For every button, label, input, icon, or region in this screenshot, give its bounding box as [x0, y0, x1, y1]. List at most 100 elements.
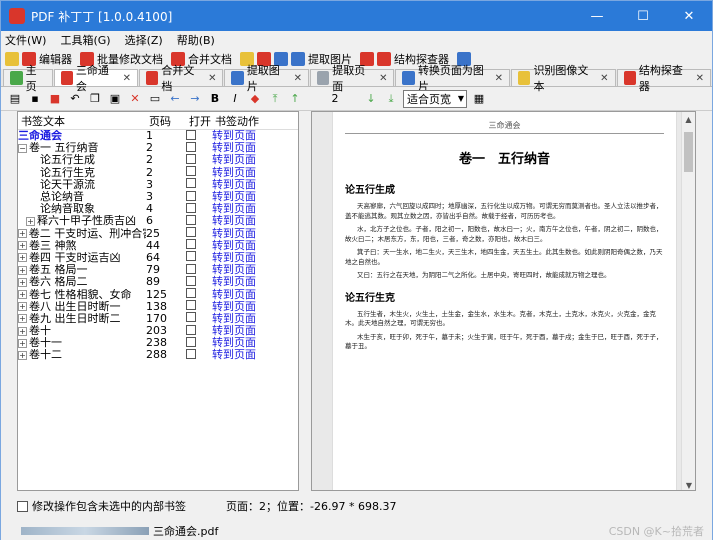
table-row[interactable]: 论五行生克 2 转到页面: [18, 166, 298, 179]
close-tab-icon[interactable]: ✕: [600, 73, 608, 84]
bookmark-text-cell[interactable]: 论纳音取象: [18, 203, 146, 215]
expand-icon[interactable]: +: [18, 326, 27, 336]
close-button[interactable]: ✕: [666, 1, 712, 31]
table-row[interactable]: 论天干源流 3 转到页面: [18, 178, 298, 191]
open-checkbox[interactable]: [186, 348, 196, 359]
open-checkbox[interactable]: [186, 312, 196, 323]
expand-icon[interactable]: +: [18, 241, 27, 251]
next-page-icon[interactable]: ↓: [363, 91, 379, 107]
bookmark-action-cell[interactable]: 转到页面: [212, 166, 298, 179]
pdf-save-icon[interactable]: ■: [47, 91, 63, 107]
include-inner-bookmarks-checkbox[interactable]: [17, 500, 28, 512]
bookmark-page-cell[interactable]: 3: [146, 178, 186, 191]
column-header-page[interactable]: 页码: [146, 113, 186, 129]
open-checkbox[interactable]: [186, 202, 196, 213]
bookmark-text-cell[interactable]: + 卷五 格局一: [18, 264, 146, 276]
expand-icon[interactable]: +: [18, 290, 27, 300]
bookmark-page-cell[interactable]: 288: [146, 349, 186, 361]
bookmark-text-cell[interactable]: 论五行生克: [18, 167, 146, 179]
column-header-action[interactable]: 书签动作: [212, 113, 298, 129]
bookmark-page-cell[interactable]: 6: [146, 215, 186, 227]
expand-icon[interactable]: +: [26, 216, 35, 226]
bookmark-page-cell[interactable]: 125: [146, 288, 186, 301]
collapse-icon[interactable]: −: [18, 143, 27, 153]
arrow-left-icon[interactable]: ←: [167, 91, 183, 107]
open-checkbox[interactable]: [186, 166, 196, 177]
open-checkbox[interactable]: [186, 239, 196, 250]
bookmark-page-cell[interactable]: 2: [146, 142, 186, 154]
previous-page-icon[interactable]: ↑: [287, 91, 303, 107]
save-icon[interactable]: ▪: [27, 91, 43, 107]
close-tab-icon[interactable]: ✕: [696, 73, 704, 84]
tab-extract-images[interactable]: 提取图片 ✕: [224, 64, 309, 93]
table-row[interactable]: + 卷二 干支时运、刑冲合害 25 转到页面: [18, 227, 298, 240]
bookmark-text-cell[interactable]: + 卷三 神煞: [18, 240, 146, 252]
bookmark-text-cell[interactable]: + 卷八 出生日时断一: [18, 301, 146, 313]
bookmark-text-cell[interactable]: + 卷十: [18, 325, 146, 337]
tab-merge[interactable]: 合并文档 ✕: [139, 64, 224, 93]
bookmark-page-cell[interactable]: 3: [146, 191, 186, 203]
bookmark-text-cell[interactable]: 三命通会: [18, 130, 146, 142]
bookmark-action-cell[interactable]: 转到页面: [212, 239, 298, 252]
table-row[interactable]: + 释六十甲子性质吉凶 6 转到页面: [18, 214, 298, 227]
bookmark-text-cell[interactable]: 论五行生成: [18, 154, 146, 166]
bookmark-page-cell[interactable]: 1: [146, 130, 186, 142]
document-icon[interactable]: ▭: [147, 91, 163, 107]
table-row[interactable]: 三命通会 1 转到页面: [18, 129, 298, 142]
undo-icon[interactable]: ↶: [67, 91, 83, 107]
close-tab-icon[interactable]: ✕: [208, 73, 216, 84]
open-checkbox[interactable]: [186, 190, 196, 201]
last-page-icon[interactable]: ⤓: [383, 91, 399, 107]
bookmark-page-cell[interactable]: 89: [146, 276, 186, 288]
open-checkbox[interactable]: [186, 227, 196, 238]
arrow-right-icon[interactable]: →: [187, 91, 203, 107]
bookmark-action-cell[interactable]: 转到页面: [212, 300, 298, 313]
zoom-select[interactable]: 适合页宽 ▼: [403, 89, 467, 108]
open-checkbox[interactable]: [186, 214, 196, 225]
bookmark-page-cell[interactable]: 64: [146, 251, 186, 264]
expand-icon[interactable]: +: [18, 338, 27, 348]
expand-icon[interactable]: +: [18, 302, 27, 312]
bookmark-action-cell[interactable]: 转到页面: [212, 349, 298, 361]
bookmark-text-cell[interactable]: 论天干源流: [18, 179, 146, 191]
page-number-input[interactable]: 2: [317, 92, 353, 105]
bookmark-text-cell[interactable]: + 释六十甲子性质吉凶: [18, 215, 146, 227]
splitter[interactable]: [299, 111, 311, 491]
bookmark-text-cell[interactable]: + 卷九 出生日时断二: [18, 313, 146, 325]
bookmark-page-cell[interactable]: 170: [146, 312, 186, 325]
bookmark-action-cell[interactable]: 转到页面: [212, 227, 298, 240]
copy-icon[interactable]: ❐: [87, 91, 103, 107]
menu-file[interactable]: 文件(W): [5, 32, 46, 48]
bookmark-page-cell[interactable]: 138: [146, 300, 186, 313]
open-checkbox[interactable]: [186, 129, 196, 140]
paste-icon[interactable]: ▣: [107, 91, 123, 107]
new-bookmark-icon[interactable]: ▤: [7, 91, 23, 107]
open-checkbox[interactable]: [186, 263, 196, 274]
close-tab-icon[interactable]: ✕: [123, 73, 131, 84]
tab-convert-images[interactable]: 转换页面为图片 ✕: [395, 64, 510, 93]
expand-icon[interactable]: +: [18, 314, 27, 324]
bookmark-text-cell[interactable]: + 卷四 干支时运吉凶: [18, 252, 146, 264]
bookmark-page-cell[interactable]: 44: [146, 239, 186, 252]
table-row[interactable]: + 卷六 格局二 89 转到页面: [18, 275, 298, 288]
bookmark-action-cell[interactable]: 转到页面: [212, 215, 298, 227]
tab-ocr[interactable]: 识别图像文本 ✕: [510, 64, 616, 93]
open-checkbox[interactable]: [186, 336, 196, 347]
tab-structure-explorer[interactable]: 结构探查器 ✕: [616, 64, 711, 93]
menu-select[interactable]: 选择(Z): [125, 32, 163, 48]
bookmark-action-cell[interactable]: 转到页面: [212, 276, 298, 288]
bookmark-page-cell[interactable]: 203: [146, 325, 186, 337]
open-checkbox[interactable]: [186, 324, 196, 335]
table-row[interactable]: + 卷十二 288 转到页面: [18, 348, 298, 361]
column-header-open[interactable]: 打开: [186, 113, 212, 129]
tab-extract-pages[interactable]: 提取页面 ✕: [309, 64, 395, 93]
open-checkbox[interactable]: [186, 153, 196, 164]
open-checkbox[interactable]: [186, 288, 196, 299]
italic-icon[interactable]: I: [227, 91, 243, 107]
open-checkbox[interactable]: [186, 300, 196, 311]
dropdown-icon[interactable]: [5, 52, 19, 66]
expand-icon[interactable]: +: [18, 253, 27, 263]
tab-home[interactable]: 主页: [3, 64, 53, 93]
bookmark-page-cell[interactable]: 25: [146, 227, 186, 240]
view-options-icon[interactable]: ▦: [471, 91, 487, 107]
